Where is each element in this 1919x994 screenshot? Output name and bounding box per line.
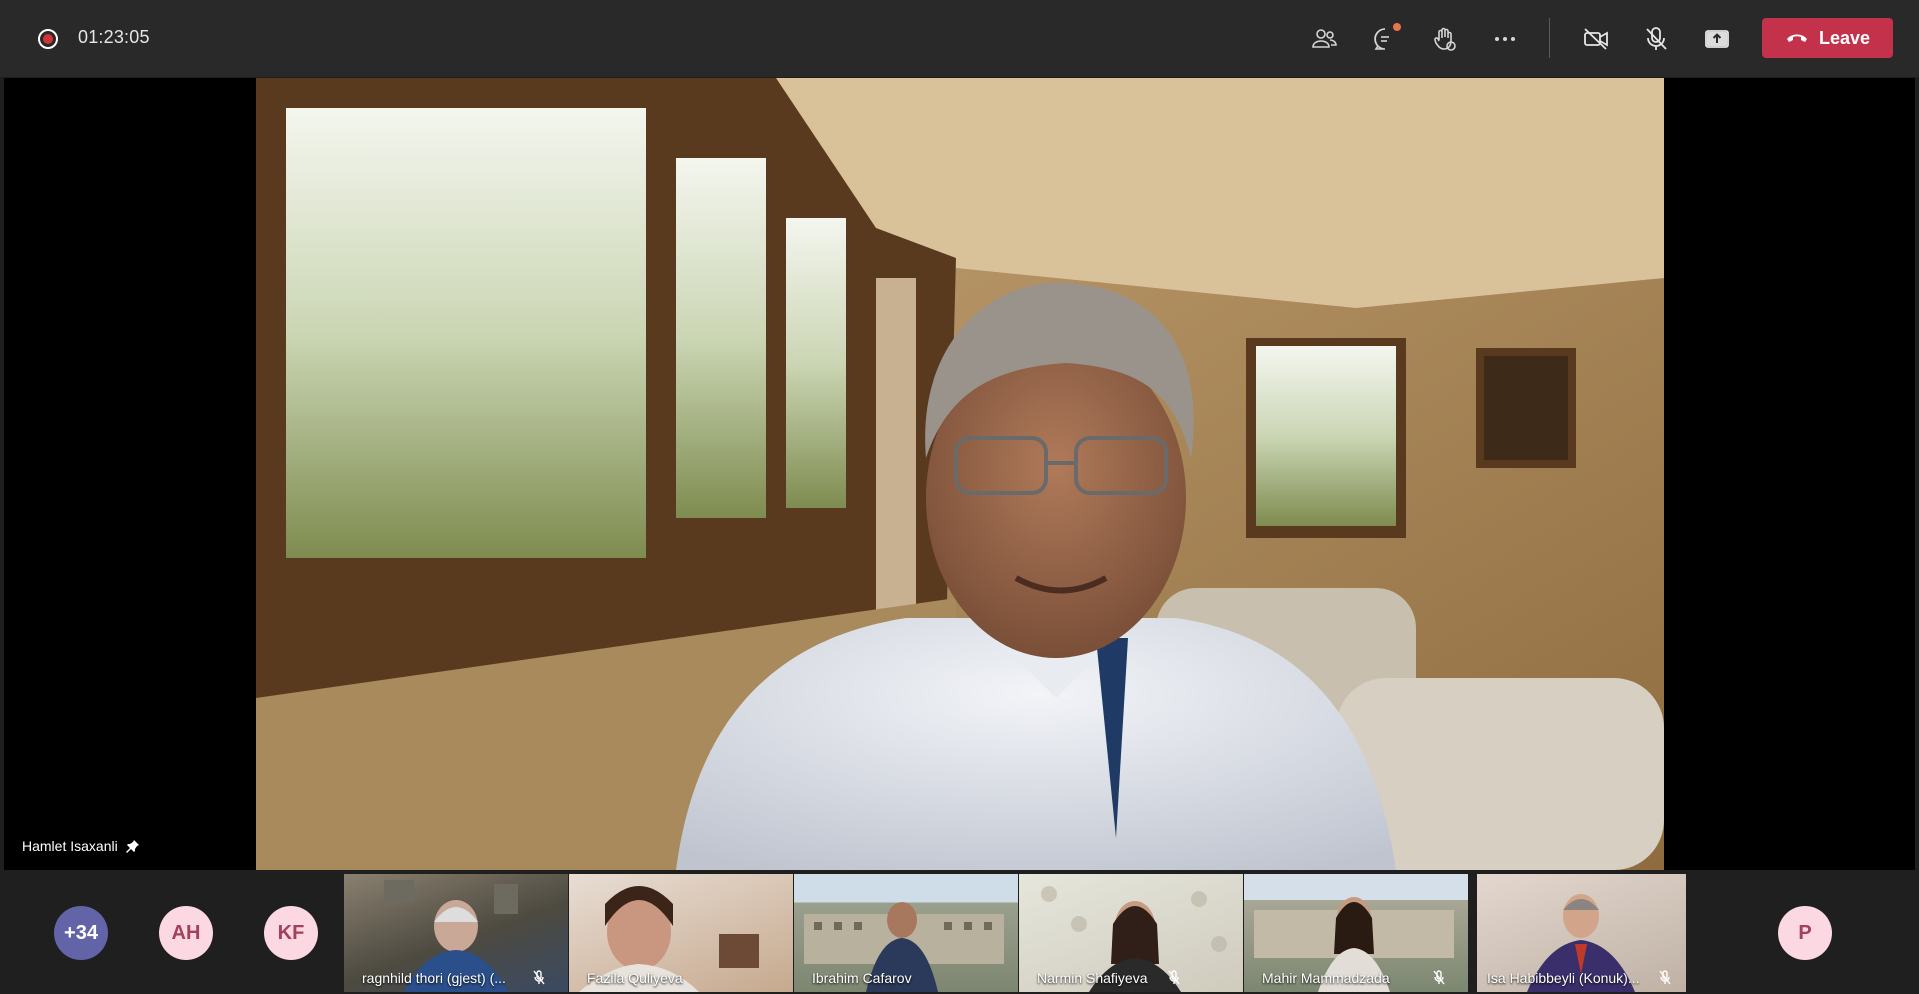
toolbar-divider [1549, 18, 1550, 58]
microphone-toggle-button[interactable] [1638, 22, 1674, 56]
raise-hand-icon [1434, 27, 1456, 51]
microphone-off-icon [533, 970, 545, 985]
chat-button[interactable] [1367, 22, 1403, 56]
participant-video-tile[interactable]: Fazila Quliyeva [569, 874, 793, 992]
participant-name: Fazila Quliyeva [587, 970, 683, 986]
share-screen-button[interactable] [1699, 22, 1735, 56]
microphone-off-icon [1168, 970, 1180, 985]
participant-name: Isa Habibbeyli (Konuk)... [1487, 970, 1640, 986]
participant-strip: +34 AH KF ragnhild thori (gjest) (... Fa… [0, 872, 1919, 994]
participant-name: Ibrahim Cafarov [812, 970, 912, 986]
participant-video-tile[interactable]: Mahir Mammadzada [1244, 874, 1468, 992]
recording-indicator-icon [38, 29, 58, 49]
more-participants-button[interactable]: +34 [54, 906, 108, 960]
camera-toggle-button[interactable] [1578, 22, 1614, 56]
participant-video-tile[interactable]: ragnhild thori (gjest) (... [344, 874, 568, 992]
meeting-toolbar: 01:23:05 Leave [0, 0, 1919, 77]
people-icon [1312, 29, 1337, 48]
pinned-participant-name: Hamlet Isaxanli [22, 838, 118, 854]
leave-button[interactable]: Leave [1762, 18, 1893, 58]
video-frame-image [256, 78, 1664, 870]
participant-name: Narmin Shafiyeva [1037, 970, 1148, 986]
participant-avatar[interactable]: P [1778, 906, 1832, 960]
more-actions-button[interactable] [1487, 22, 1523, 56]
notification-dot [1393, 23, 1401, 31]
pinned-participant-label: Hamlet Isaxanli [22, 838, 140, 854]
leave-label: Leave [1818, 27, 1871, 48]
pinned-video-feed [256, 78, 1664, 870]
participant-avatar[interactable]: KF [264, 906, 318, 960]
microphone-off-icon [1433, 970, 1445, 985]
participant-name: Mahir Mammadzada [1262, 970, 1390, 986]
ellipsis-icon [1495, 37, 1515, 41]
share-screen-icon [1705, 30, 1729, 48]
pin-icon[interactable] [125, 839, 140, 853]
participant-avatar[interactable]: AH [159, 906, 213, 960]
participant-name: ragnhild thori (gjest) (... [362, 970, 506, 986]
participant-video-tile[interactable]: Narmin Shafiyeva [1019, 874, 1243, 992]
microphone-off-icon [1646, 27, 1667, 50]
meeting-timer: 01:23:05 [78, 27, 150, 47]
phone-hangup-icon [1786, 34, 1807, 42]
microphone-off-icon [1659, 970, 1671, 985]
camera-off-icon [1584, 28, 1608, 50]
main-stage: Hamlet Isaxanli [4, 78, 1915, 870]
participant-video-tile[interactable]: Isa Habibbeyli (Konuk)... [1477, 874, 1686, 992]
participant-video-tile[interactable]: Ibrahim Cafarov [794, 874, 1018, 992]
reactions-button[interactable] [1427, 22, 1463, 56]
participants-button[interactable] [1306, 22, 1342, 56]
